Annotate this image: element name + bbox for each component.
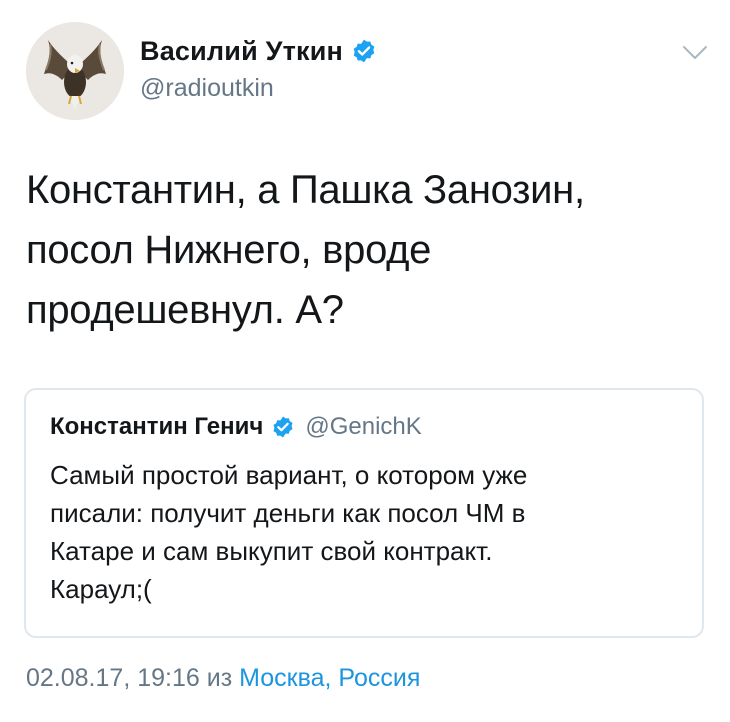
tweet-from-word: из [206, 664, 233, 692]
verified-badge-icon [271, 415, 295, 439]
tweet-menu-button[interactable] [682, 44, 708, 62]
tweet-card: Василий Уткин @radioutkin Константин, а … [0, 0, 730, 722]
tweet-location-link[interactable]: Москва, Россия [239, 664, 420, 692]
quoted-author-handle: @GenichK [305, 413, 422, 440]
eagle-avatar-icon [26, 22, 124, 120]
author-display-name[interactable]: Василий Уткин [140, 36, 343, 67]
author-block: Василий Уткин @radioutkin [140, 34, 377, 103]
chevron-down-icon [683, 46, 707, 59]
verified-badge-icon [351, 38, 377, 64]
tweet-meta: 02.08.17, 19:16 из Москва, Россия [26, 664, 420, 693]
tweet-text: Константин, а Пашка Занозин, посол Нижне… [26, 168, 585, 332]
quoted-tweet-header: Константин Генич @GenichK [50, 412, 422, 442]
quoted-author-display-name: Константин Генич [50, 413, 264, 440]
quoted-tweet-text: Самый простой вариант, о котором уже пис… [50, 460, 528, 604]
author-avatar[interactable] [26, 22, 124, 120]
author-name-line: Василий Уткин [140, 34, 377, 68]
tweet-timestamp[interactable]: 02.08.17, 19:16 [26, 664, 200, 692]
quoted-tweet[interactable]: Константин Генич @GenichK Самый простой … [24, 388, 704, 638]
author-handle[interactable]: @radioutkin [140, 74, 377, 103]
